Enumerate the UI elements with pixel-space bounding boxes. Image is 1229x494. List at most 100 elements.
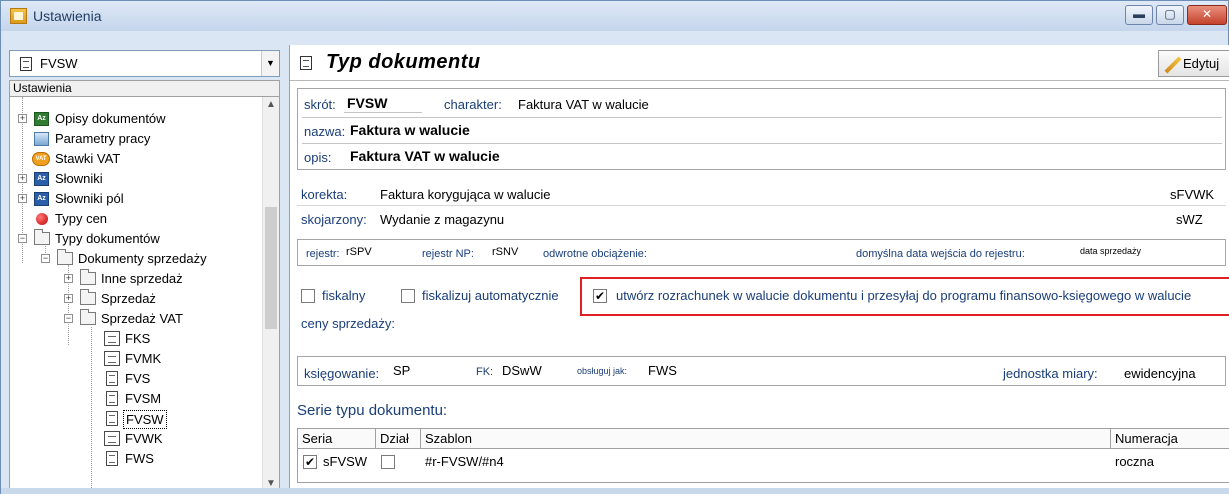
register-box: rejestr: rSPV rejestr NP: rSNV odwrotne …	[297, 239, 1226, 266]
fiskalny-checkbox[interactable]	[301, 289, 315, 303]
tree-item-label: FVS	[125, 371, 151, 386]
dzial-checkbox[interactable]	[381, 455, 395, 469]
collapse-icon[interactable]: −	[18, 234, 27, 243]
right-panel: Typ dokumentu Edytuj skrót: FVSW charakt…	[289, 45, 1229, 494]
domyslna-data-value[interactable]: data sprzedaży	[1080, 246, 1141, 256]
panel-title: Typ dokumentu	[326, 51, 481, 73]
tree-item-label: Sprzedaż	[101, 291, 156, 306]
title-bar: Ustawienia ▬ ▢ ✕	[1, 1, 1228, 31]
skrot-label: skrót:	[304, 97, 336, 112]
column-header-dzial[interactable]: Dział	[376, 429, 421, 449]
rejestr-label: rejestr:	[306, 248, 340, 260]
tree-item-label: Sprzedaż VAT	[101, 311, 183, 326]
numeracja-value: roczna	[1115, 454, 1155, 469]
odwrotne-obciazenie-label: odwrotne obciążenie:	[543, 248, 647, 260]
skrot-underline	[344, 112, 422, 113]
combo-arrow-icon[interactable]: ▼	[261, 51, 279, 76]
expand-icon[interactable]: +	[18, 114, 27, 123]
identification-box: skrót: FVSW charakter: Faktura VAT w wal…	[297, 88, 1226, 170]
column-header-numeracja[interactable]: Numeracja	[1111, 429, 1229, 449]
tree-item-label: FVSM	[125, 391, 162, 406]
tree-item-label: FVMK	[125, 351, 162, 366]
tree-header: Ustawienia	[9, 80, 280, 96]
obsluguj-jak-label: obsługuj jak:	[577, 366, 628, 376]
tree-item-label: FWS	[125, 451, 154, 466]
document-type-combo[interactable]: FVSW ▼	[9, 50, 280, 77]
dictionary-icon: Az	[34, 192, 49, 206]
korekta-value[interactable]: Faktura korygująca w walucie	[380, 187, 551, 202]
app-icon	[10, 8, 27, 24]
seria-checkbox[interactable]: ✔	[303, 455, 317, 469]
folder-icon	[80, 309, 96, 325]
folder-icon	[80, 289, 96, 305]
jednostka-miary-value[interactable]: ewidencyjna	[1124, 366, 1196, 381]
minimize-button[interactable]: ▬	[1125, 5, 1153, 25]
pencil-icon	[1164, 56, 1182, 74]
opis-label: opis:	[304, 150, 332, 165]
edit-button[interactable]: Edytuj	[1158, 50, 1229, 77]
series-grid: Seria Dział Szablon Numeracja ✔ sFVSW #r…	[297, 428, 1229, 483]
tree-item-label: Inne sprzedaż	[101, 271, 183, 286]
folder-icon	[80, 269, 96, 285]
correction-document-icon	[104, 351, 120, 366]
dictionary-icon: Az	[34, 172, 49, 186]
settings-tree: + Az Opisy dokumentów Parametry pracy VA…	[9, 96, 280, 494]
combo-value: FVSW	[40, 56, 78, 71]
document-icon	[20, 57, 32, 71]
ksiegowanie-value[interactable]: SP	[393, 363, 410, 378]
accounting-box: księgowanie: SP FK: DSwW obsługuj jak: F…	[297, 356, 1226, 386]
table-row[interactable]: ✔ sFVSW #r-FVSW/#n4 roczna	[298, 451, 1229, 473]
fk-value[interactable]: DSwW	[502, 363, 542, 378]
tree-item-label: Opisy dokumentów	[55, 111, 166, 126]
document-icon	[106, 391, 118, 406]
rozrachunek-label: utwórz rozrachunek w walucie dokumentu i…	[616, 288, 1192, 303]
seria-value: sFVSW	[323, 454, 368, 469]
document-icon	[106, 371, 118, 386]
edit-button-label: Edytuj	[1183, 56, 1220, 71]
skojarzony-value[interactable]: Wydanie z magazynu	[380, 212, 504, 227]
fiskalny-label: fiskalny	[322, 288, 366, 303]
rejestr-np-value[interactable]: rSNV	[492, 246, 518, 258]
tree-item-label: Słowniki pól	[55, 191, 124, 206]
expand-icon[interactable]: +	[18, 174, 27, 183]
rejestr-value[interactable]: rSPV	[346, 246, 372, 258]
close-button[interactable]: ✕	[1187, 5, 1227, 25]
tree-guide	[91, 327, 92, 494]
tree-item-label: FVWK	[125, 431, 163, 446]
rozrachunek-checkbox[interactable]: ✔	[593, 289, 607, 303]
fk-label: FK:	[476, 366, 494, 378]
scroll-thumb[interactable]	[265, 207, 277, 329]
expand-icon[interactable]: +	[64, 294, 73, 303]
parameters-icon	[34, 132, 49, 146]
scroll-up-icon[interactable]: ▲	[263, 99, 279, 113]
fiskalizuj-checkbox[interactable]	[401, 289, 415, 303]
bottom-border	[1, 488, 1229, 494]
skrot-value[interactable]: FVSW	[347, 95, 387, 111]
charakter-label: charakter:	[444, 97, 502, 112]
tree-item-label: FVSW	[123, 410, 167, 429]
obsluguj-jak-value[interactable]: FWS	[648, 363, 677, 378]
dictionary-icon: Az	[34, 112, 49, 126]
collapse-icon[interactable]: −	[64, 314, 73, 323]
tree-item-label: FKS	[125, 331, 151, 346]
vat-icon: VAT	[32, 152, 50, 166]
collapse-icon[interactable]: −	[41, 254, 50, 263]
charakter-value[interactable]: Faktura VAT w walucie	[518, 97, 649, 112]
column-header-seria[interactable]: Seria	[298, 429, 376, 449]
tree-scrollbar[interactable]: ▲ ▼	[262, 97, 279, 494]
expand-icon[interactable]: +	[18, 194, 27, 203]
row-divider	[302, 143, 1222, 144]
korekta-label: korekta:	[301, 187, 348, 202]
tree-item-label: Parametry pracy	[55, 131, 151, 146]
opis-value[interactable]: Faktura VAT w walucie	[350, 148, 500, 164]
left-panel: FVSW ▼ Ustawienia + Az Opisy dokumentów …	[9, 50, 280, 494]
panel-header: Typ dokumentu Edytuj	[290, 45, 1229, 81]
nazwa-value[interactable]: Faktura w walucie	[350, 122, 470, 138]
expand-icon[interactable]: +	[64, 274, 73, 283]
column-header-szablon[interactable]: Szablon	[421, 429, 1111, 449]
document-icon	[106, 411, 118, 426]
folder-icon	[57, 249, 73, 265]
jednostka-miary-label: jednostka miary:	[1003, 366, 1098, 381]
ksiegowanie-label: księgowanie:	[304, 366, 380, 381]
maximize-button[interactable]: ▢	[1156, 5, 1184, 25]
